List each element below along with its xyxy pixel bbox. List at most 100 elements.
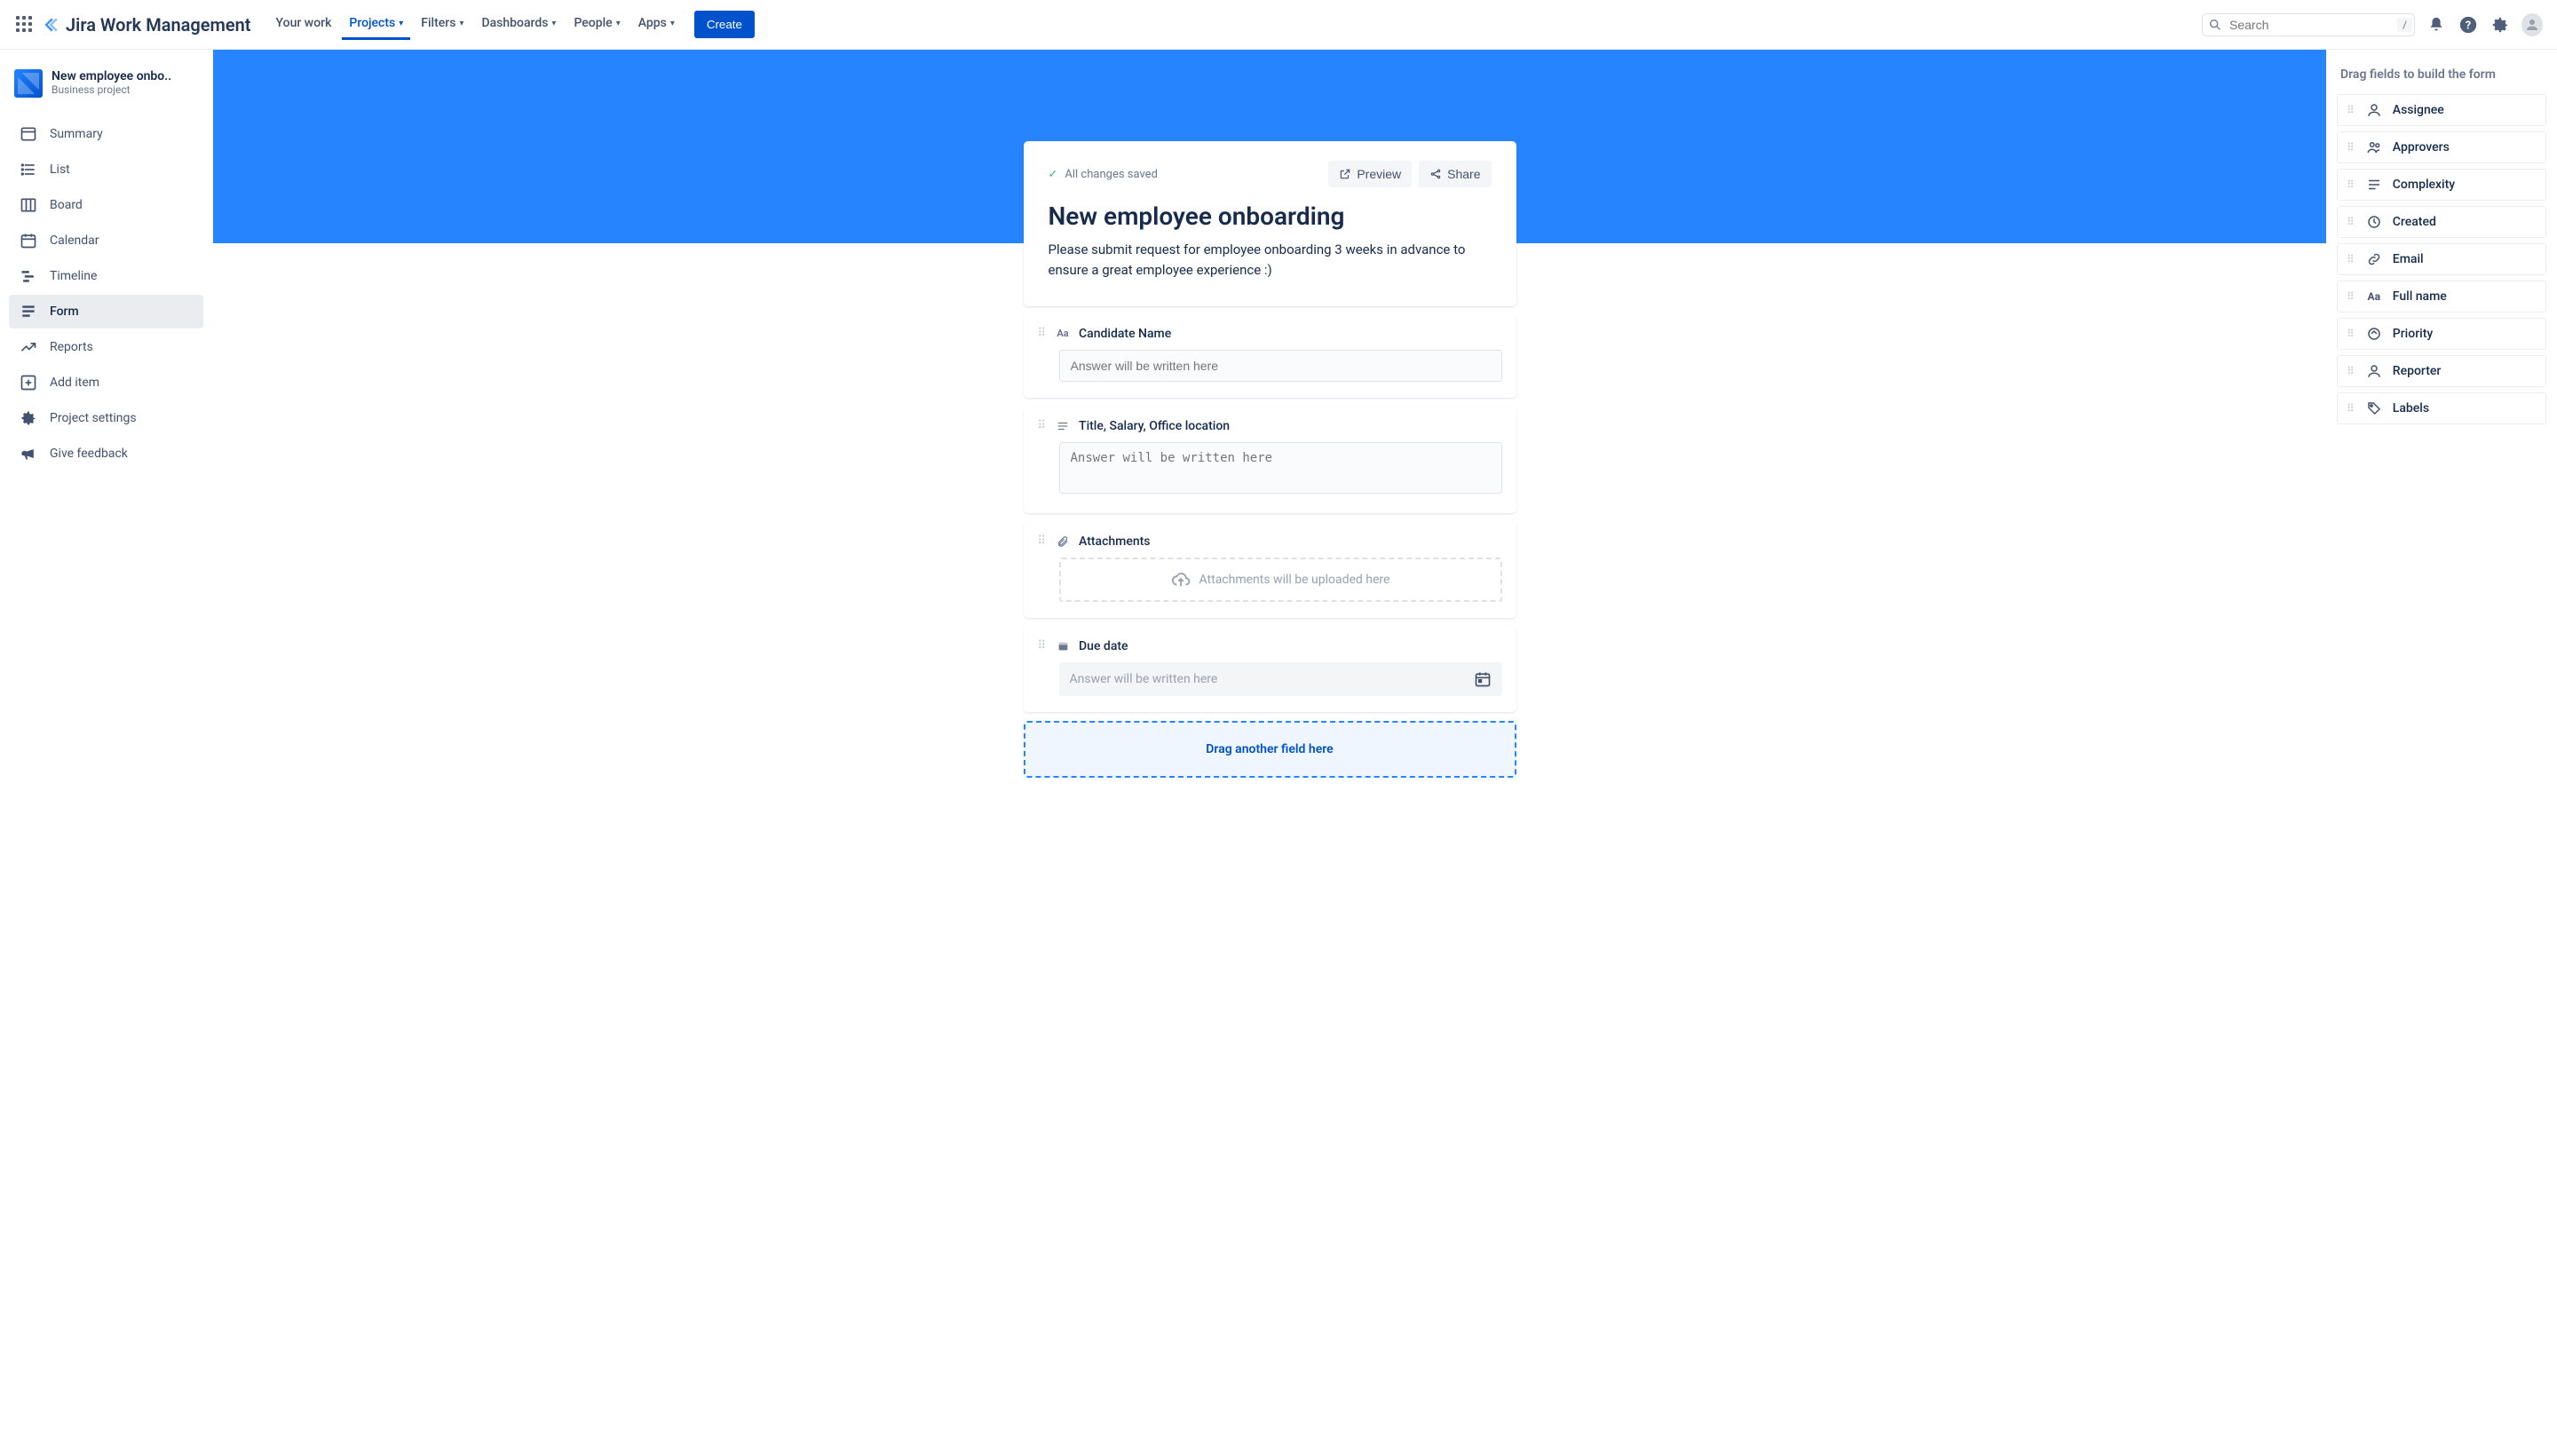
available-field-assignee[interactable]: ⠿Assignee (2337, 94, 2546, 126)
nav-your-work[interactable]: Your work (269, 9, 339, 40)
sidebar: New employee onbo.. Business project Sum… (0, 50, 213, 1456)
form-field-attachments[interactable]: ⠿ Attachments Attachments will be upload… (1024, 522, 1516, 618)
drag-handle-icon[interactable]: ⠿ (2347, 257, 2355, 263)
timeline-icon (20, 267, 37, 285)
sidebar-item-board[interactable]: Board (9, 188, 203, 222)
priority-icon (2366, 326, 2382, 342)
nav-people[interactable]: People▾ (566, 9, 627, 40)
available-field-labels[interactable]: ⠿ Labels (2337, 392, 2546, 424)
list-icon (20, 161, 37, 178)
drag-handle-icon[interactable]: ⠿ (1038, 423, 1048, 429)
project-name: New employee onbo.. (51, 69, 171, 83)
nav-label: Apps (638, 16, 667, 30)
drag-handle-icon[interactable]: ⠿ (2347, 294, 2355, 300)
share-button[interactable]: Share (1419, 161, 1491, 187)
summary-icon (20, 125, 37, 143)
search-box[interactable]: / (2202, 13, 2415, 36)
available-field-reporter[interactable]: ⠿Reporter (2337, 355, 2546, 387)
field-preview-textarea (1059, 442, 1502, 494)
drag-handle-icon[interactable]: ⠿ (1038, 538, 1048, 544)
drag-handle-icon[interactable]: ⠿ (2347, 219, 2355, 226)
sidebar-item-timeline[interactable]: Timeline (9, 259, 203, 293)
reports-icon (20, 338, 37, 356)
form-field-candidate-name[interactable]: ⠿ Aa Candidate Name (1024, 314, 1516, 398)
create-button[interactable]: Create (694, 11, 755, 38)
brand[interactable]: Jira Work Management (43, 14, 251, 36)
search-input[interactable] (2229, 18, 2390, 32)
profile-avatar[interactable] (2521, 14, 2543, 36)
form-canvas: ✓ All changes saved Preview Share New em… (213, 50, 2326, 1456)
attachment-icon (1056, 535, 1070, 548)
form-field-title-salary[interactable]: ⠿ Title, Salary, Office location (1024, 407, 1516, 513)
drag-handle-icon[interactable]: ⠿ (2347, 107, 2355, 114)
button-label: Share (1447, 167, 1480, 181)
available-field-complexity[interactable]: ⠿Complexity (2337, 169, 2546, 201)
project-header[interactable]: New employee onbo.. Business project (9, 64, 203, 110)
megaphone-icon (20, 445, 37, 463)
notifications-icon[interactable] (2426, 14, 2447, 36)
field-label: Due date (1079, 639, 1128, 653)
sidebar-item-add[interactable]: Add item (9, 366, 203, 400)
form-header-card[interactable]: ✓ All changes saved Preview Share New em… (1024, 141, 1516, 306)
sidebar-item-summary[interactable]: Summary (9, 117, 203, 151)
field-label: Attachments (1079, 534, 1150, 549)
sidebar-item-reports[interactable]: Reports (9, 330, 203, 364)
chevron-down-icon: ▾ (551, 19, 556, 28)
nav-filters[interactable]: Filters▾ (414, 9, 471, 40)
gear-icon (20, 409, 37, 427)
people-icon (2366, 139, 2382, 155)
help-icon[interactable]: ? (2458, 14, 2479, 36)
topnav-right: / ? (2202, 13, 2543, 36)
drag-handle-icon[interactable]: ⠿ (2347, 145, 2355, 151)
sidebar-item-settings[interactable]: Project settings (9, 401, 203, 435)
nav-label: Projects (349, 16, 395, 30)
form-icon (20, 303, 37, 320)
list-icon (2366, 177, 2382, 193)
form-field-due-date[interactable]: ⠿ Due date Answer will be written here (1024, 627, 1516, 712)
sidebar-item-form[interactable]: Form (9, 295, 203, 328)
drag-handle-icon[interactable]: ⠿ (2347, 331, 2355, 337)
drag-handle-icon[interactable]: ⠿ (1038, 643, 1048, 649)
drag-handle-icon[interactable]: ⠿ (2347, 182, 2355, 188)
nav-projects[interactable]: Projects▾ (342, 9, 410, 40)
nav-label: Dashboards (481, 16, 548, 30)
drag-handle-icon[interactable]: ⠿ (1038, 330, 1048, 336)
app-switcher-icon[interactable] (14, 14, 36, 36)
sidebar-label: Summary (50, 127, 103, 141)
available-field-created[interactable]: ⠿ Created (2337, 206, 2546, 238)
chevron-down-icon: ▾ (616, 19, 621, 28)
add-field-dropzone[interactable]: Drag another field here (1024, 721, 1516, 778)
field-name: Labels (2393, 401, 2429, 415)
available-field-priority[interactable]: ⠿Priority (2337, 318, 2546, 350)
preview-button[interactable]: Preview (1328, 161, 1412, 187)
date-placeholder: Answer will be written here (1070, 672, 1218, 686)
available-field-email[interactable]: ⠿Email (2337, 243, 2546, 275)
drag-handle-icon[interactable]: ⠿ (2347, 406, 2355, 412)
dropzone-label: Drag another field here (1206, 742, 1333, 756)
field-name: Created (2393, 215, 2436, 229)
nav-dashboards[interactable]: Dashboards▾ (474, 9, 563, 40)
sidebar-item-calendar[interactable]: Calendar (9, 224, 203, 257)
sidebar-label: List (50, 162, 70, 177)
form-title[interactable]: New employee onboarding (1049, 202, 1492, 231)
attachment-dropzone: Attachments will be uploaded here (1059, 558, 1502, 602)
sidebar-item-feedback[interactable]: Give feedback (9, 437, 203, 471)
drag-handle-icon[interactable]: ⠿ (2347, 368, 2355, 375)
nav-apps[interactable]: Apps▾ (631, 9, 682, 40)
field-label: Candidate Name (1079, 327, 1171, 341)
settings-icon[interactable] (2490, 14, 2511, 36)
available-field-fullname[interactable]: ⠿AaFull name (2337, 281, 2546, 313)
nav-items: Your work Projects▾ Filters▾ Dashboards▾… (269, 9, 755, 40)
available-field-approvers[interactable]: ⠿Approvers (2337, 131, 2546, 163)
form-description[interactable]: Please submit request for employee onboa… (1049, 240, 1492, 281)
sidebar-item-list[interactable]: List (9, 153, 203, 186)
sidebar-label: Give feedback (50, 447, 128, 461)
short-text-icon: Aa (1056, 328, 1070, 339)
available-fields-panel: Drag fields to build the form ⠿Assignee … (2326, 50, 2557, 1456)
panel-title: Drag fields to build the form (2337, 67, 2546, 82)
chevron-down-icon: ▾ (670, 19, 675, 28)
search-shortcut: / (2397, 18, 2412, 32)
nav-label: Your work (276, 16, 332, 30)
field-label: Title, Salary, Office location (1079, 419, 1230, 433)
sidebar-label: Timeline (50, 269, 97, 283)
